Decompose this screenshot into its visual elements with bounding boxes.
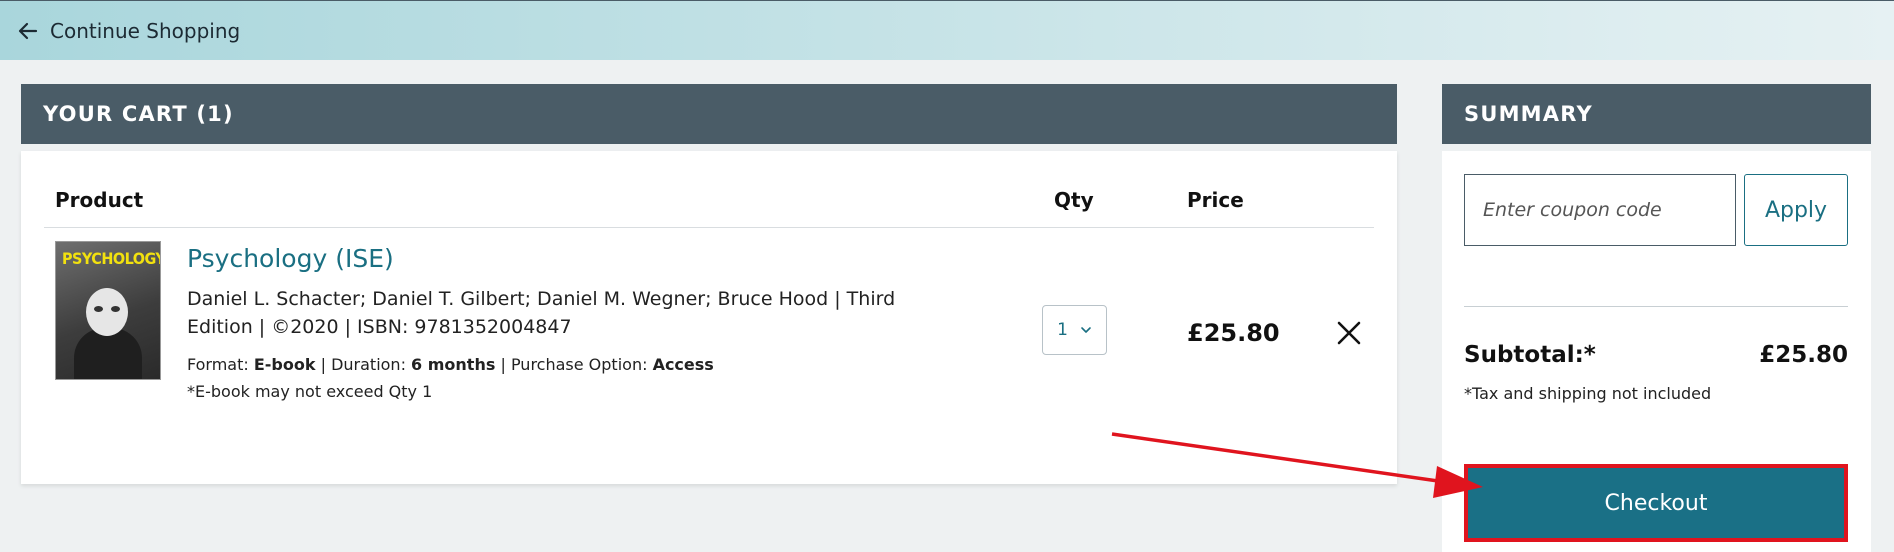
duration-label: Duration: xyxy=(331,355,412,374)
summary-header: SUMMARY xyxy=(1442,84,1871,144)
product-cover-image: PSYCHOLOGY xyxy=(55,241,161,380)
summary-divider xyxy=(1464,306,1848,307)
coupon-input[interactable] xyxy=(1464,174,1736,246)
separator: | xyxy=(315,355,332,374)
product-title-link[interactable]: Psychology (ISE) xyxy=(187,244,394,273)
column-header-price: Price xyxy=(1187,188,1244,212)
column-header-product: Product xyxy=(55,188,144,212)
item-price: £25.80 xyxy=(1187,319,1280,347)
separator: | xyxy=(495,355,511,374)
format-value: E-book xyxy=(253,355,316,374)
subtotal-value: £25.80 xyxy=(1759,342,1848,368)
cart-header: YOUR CART (1) xyxy=(21,84,1397,144)
column-header-qty: Qty xyxy=(1054,188,1094,212)
checkout-button[interactable]: Checkout xyxy=(1464,464,1848,542)
arrow-left-icon xyxy=(18,22,38,39)
close-icon[interactable] xyxy=(1335,319,1363,347)
duration-value: 6 months xyxy=(411,355,496,374)
continue-shopping-link[interactable]: Continue Shopping xyxy=(16,19,240,43)
quantity-select[interactable]: 1 xyxy=(1042,305,1107,355)
purchase-option-value: Access xyxy=(652,355,714,374)
continue-shopping-label: Continue Shopping xyxy=(50,18,241,43)
top-bar: Continue Shopping xyxy=(0,0,1894,60)
product-meta: Daniel L. Schacter; Daniel T. Gilbert; D… xyxy=(187,288,896,338)
purchase-option-label: Purchase Option: xyxy=(510,355,653,374)
annotation-arrow xyxy=(1111,432,1483,498)
cover-mask xyxy=(86,288,128,336)
chevron-down-icon xyxy=(1081,327,1091,333)
quantity-value: 1 xyxy=(1057,320,1068,340)
apply-button[interactable]: Apply xyxy=(1744,174,1848,246)
qty-limit-note: *E-book may not exceed Qty 1 xyxy=(187,382,433,401)
format-label: Format: xyxy=(187,355,254,374)
summary-panel: Apply Subtotal:* £25.80 *Tax and shippin… xyxy=(1442,151,1871,552)
tax-note: *Tax and shipping not included xyxy=(1464,384,1712,403)
product-format-line: Format: E-book | Duration: 6 months | Pu… xyxy=(187,355,714,374)
cover-title: PSYCHOLOGY xyxy=(62,249,161,268)
subtotal-label: Subtotal:* xyxy=(1464,342,1596,368)
table-divider xyxy=(44,227,1374,228)
